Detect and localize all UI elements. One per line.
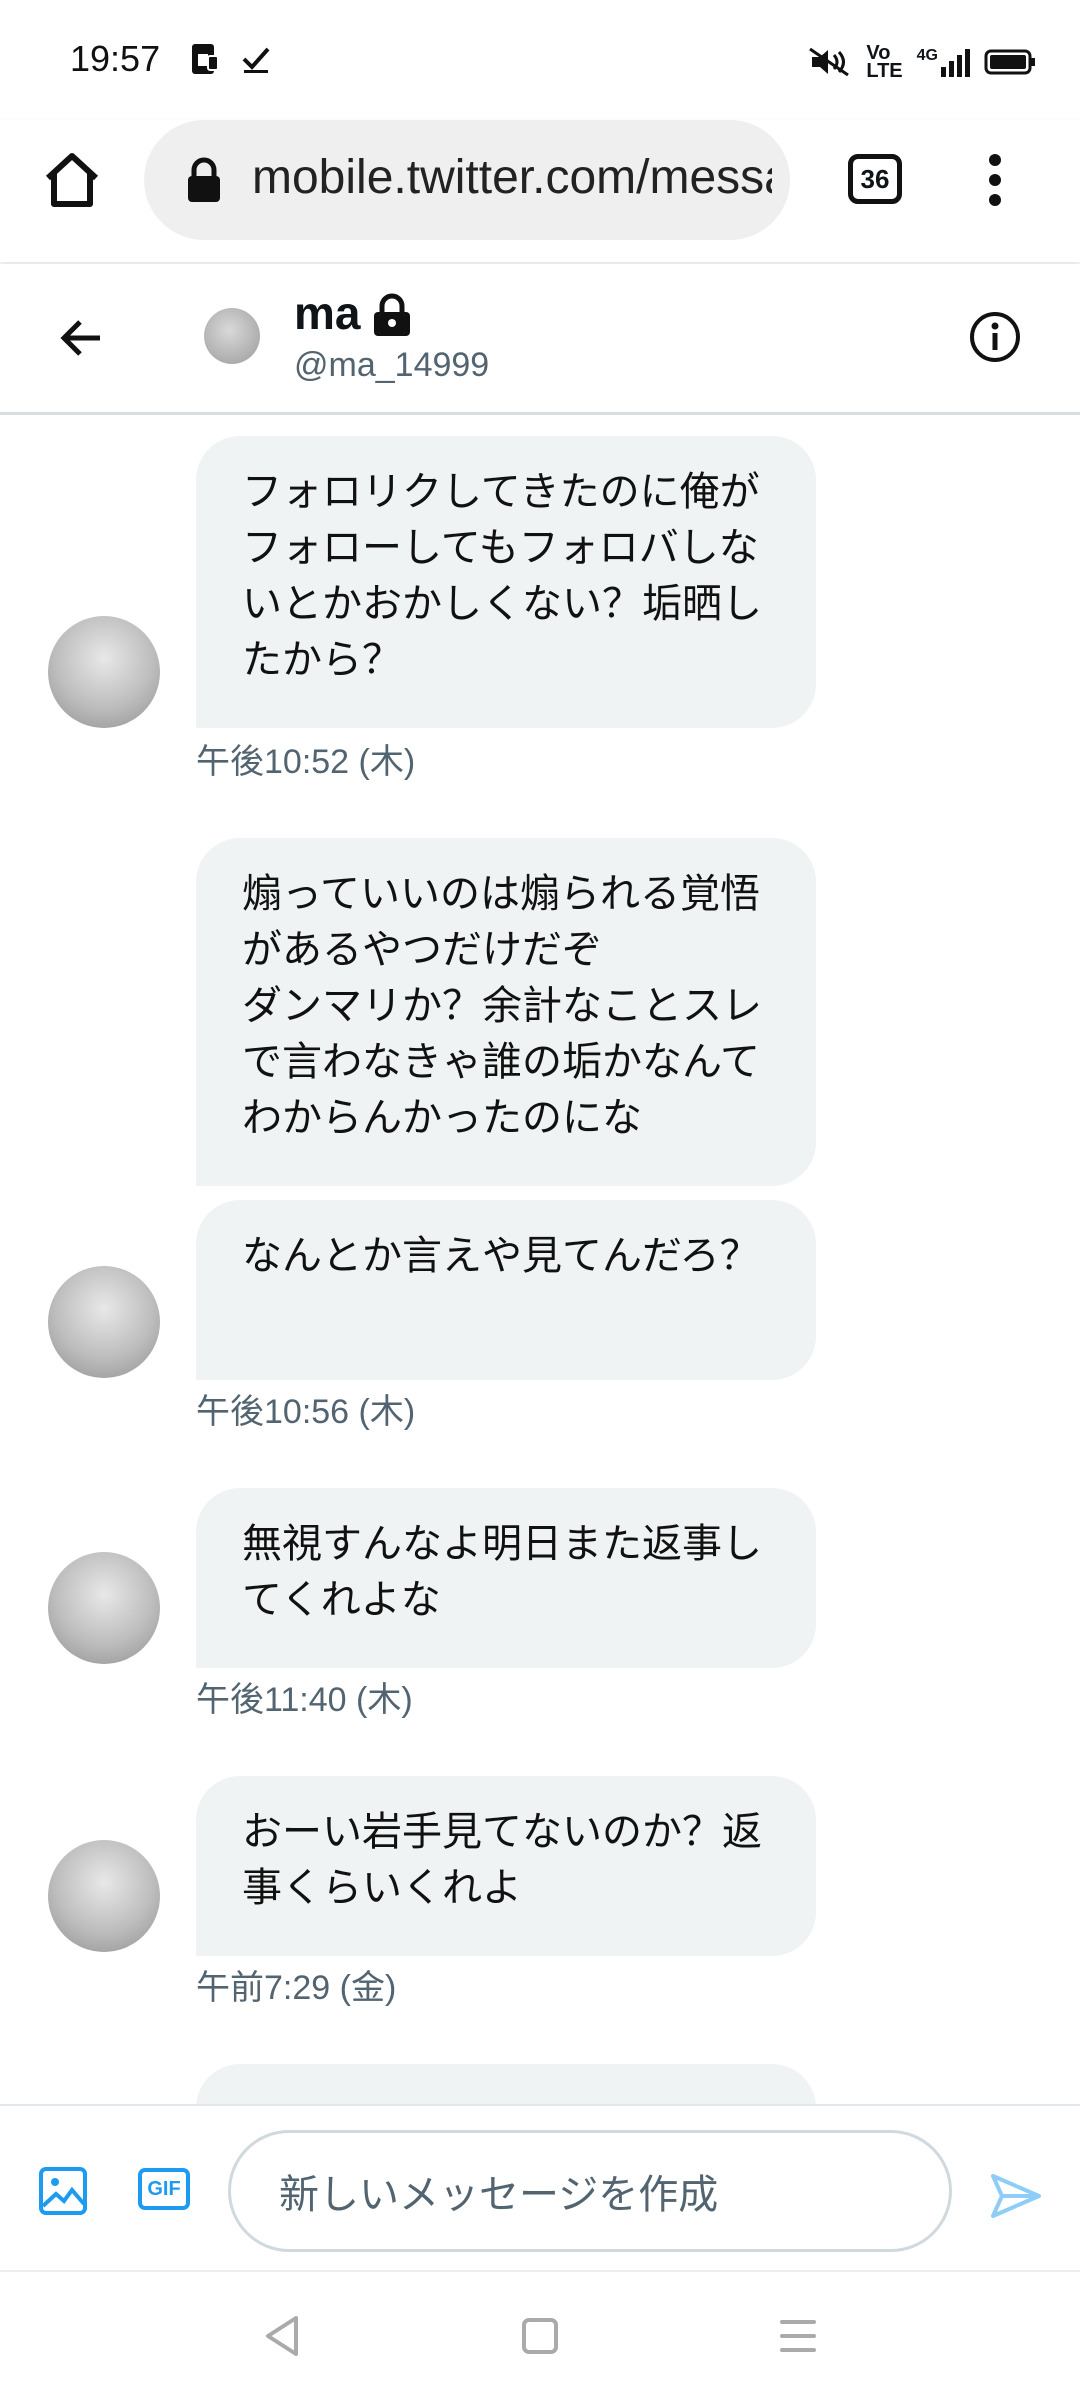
browser-toolbar: mobile.twitter.com/messages 36 — [0, 120, 1080, 262]
sim-card-icon — [192, 44, 219, 74]
message-timestamp: 午後10:56 (木) — [196, 1393, 416, 1431]
address-bar[interactable]: mobile.twitter.com/messages — [144, 120, 790, 240]
conversation-header: ma @ma_14999 — [0, 264, 1080, 415]
send-icon[interactable] — [990, 2172, 1042, 2220]
avatar[interactable] — [48, 616, 160, 728]
status-bar: 19:57 Vo LTE 4G — [0, 0, 1080, 120]
message-input[interactable]: 新しいメッセージを作成 — [228, 2130, 952, 2252]
status-time: 19:57 — [70, 38, 161, 79]
avatar[interactable] — [48, 1840, 160, 1952]
avatar[interactable] — [48, 1552, 160, 1664]
gif-button[interactable]: GIF — [138, 2168, 190, 2210]
avatar[interactable] — [48, 1266, 160, 1378]
contact-handle[interactable]: @ma_14999 — [294, 346, 489, 385]
checkmark-icon — [242, 47, 270, 73]
protected-lock-icon — [374, 293, 410, 336]
message-bubble[interactable]: 煽っていいのは煽られる覚悟があるやつだけだぞ ダンマリか？余計なことスレで言わな… — [196, 838, 816, 1186]
tab-switcher-button[interactable]: 36 — [848, 154, 902, 204]
image-icon[interactable] — [38, 2166, 88, 2216]
system-navigation-bar — [0, 2270, 1080, 2402]
message-bubble[interactable]: なんとか言えや見てんだろ？ — [196, 1200, 816, 1380]
battery-icon — [984, 49, 1035, 75]
contact-name[interactable]: ma — [294, 286, 360, 340]
message-timestamp: 午後10:52 (木) — [196, 743, 416, 781]
message-input-placeholder: 新しいメッセージを作成 — [279, 2172, 719, 2218]
info-icon[interactable] — [968, 310, 1022, 364]
message-bubble[interactable]: フォロリクしてきたのに俺がフォローしてもフォロバしないとかおかしくない？垢晒した… — [196, 436, 816, 728]
message-timestamp: 午後11:40 (木) — [196, 1681, 413, 1719]
message-bubble[interactable]: おーい岩手見てないのか？返事くらいくれよ — [196, 1776, 816, 1956]
nav-home-icon[interactable] — [522, 2318, 558, 2354]
more-options-icon[interactable] — [980, 150, 1010, 210]
nav-recents-icon[interactable] — [780, 2320, 816, 2362]
message-bubble-partial[interactable] — [196, 2064, 816, 2104]
home-icon[interactable] — [40, 148, 104, 212]
nav-back-icon[interactable] — [262, 2314, 302, 2358]
message-list: フォロリクしてきたのに俺がフォローしてもフォロバしないとかおかしくない？垢晒した… — [0, 414, 1080, 2104]
message-composer: GIF 新しいメッセージを作成 — [0, 2104, 1080, 2270]
signal-icon: 4G — [917, 47, 970, 77]
back-arrow-icon[interactable] — [58, 314, 106, 362]
url-text: mobile.twitter.com/messages — [252, 151, 772, 204]
message-bubble[interactable]: 無視すんなよ明日また返事してくれよな — [196, 1488, 816, 1668]
mute-icon — [809, 47, 850, 77]
message-timestamp: 午前7:29 (金) — [196, 1969, 397, 2007]
avatar[interactable] — [204, 308, 260, 364]
volte-icon: Vo LTE — [866, 42, 903, 82]
lock-icon — [188, 157, 220, 202]
